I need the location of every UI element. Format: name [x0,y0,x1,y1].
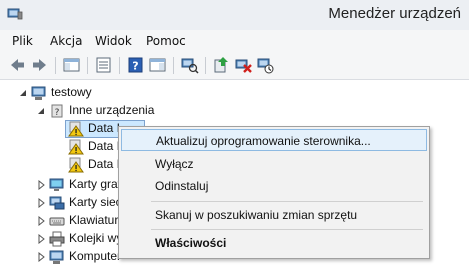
help-icon[interactable]: ? [126,56,145,74]
keyboard-icon [49,217,65,226]
computer-icon [31,86,46,100]
device-manager-icon [7,8,23,20]
disable-menu-item[interactable]: Wyłącz [121,153,427,175]
scan-hardware-icon[interactable] [180,56,199,74]
expand-arrow-icon[interactable] [36,198,46,208]
category-label: Kolejki wy [69,231,123,245]
update-driver-icon[interactable] [212,56,231,74]
forward-icon[interactable] [30,56,49,74]
unknown-device-icon: ? [51,104,63,118]
device-label: Data I [88,121,121,135]
action-pane-icon[interactable] [148,56,167,74]
svg-text:?: ? [55,108,60,118]
menu-bar: Plik Akcja Widok Pomoc [0,30,469,52]
toolbar: ? [0,52,469,80]
category-label: Komputer [69,249,122,263]
expand-arrow-icon[interactable] [36,180,46,190]
uninstall-menu-item[interactable]: Odinstaluj [121,175,427,197]
collapse-arrow-icon[interactable] [18,88,28,98]
title-bar: Menedżer urządzeń [0,0,469,30]
printer-icon [49,231,65,247]
menu-separator [151,201,423,202]
warning-device-icon [68,121,84,137]
category-label: Karty siec [69,195,122,209]
collapse-arrow-icon[interactable] [36,106,46,116]
device-label: Data I [88,139,121,153]
menu-separator [151,229,423,230]
context-menu: Aktualizuj oprogramowanie sterownika... … [118,126,430,259]
menu-action[interactable]: Akcja [50,34,82,48]
expand-arrow-icon[interactable] [36,216,46,226]
device-label: Data I [88,157,121,171]
scan-hardware-menu-item[interactable]: Skanuj w poszukiwaniu zmian sprzętu [121,204,427,226]
uninstall-device-icon[interactable] [234,56,253,74]
computer-icon [49,250,64,264]
properties-icon[interactable] [94,56,113,74]
network-adapter-icon [49,196,65,210]
tree-item-other-devices[interactable]: ? Inne urządzenia [0,102,200,120]
menu-view[interactable]: Widok [95,34,132,48]
svg-text:?: ? [132,60,138,73]
display-adapter-icon [49,178,64,191]
update-driver-menu-item[interactable]: Aktualizuj oprogramowanie sterownika... [121,129,427,151]
root-label: testowy [51,85,92,99]
warning-device-icon [68,139,84,155]
menu-file[interactable]: Plik [12,34,33,48]
category-label: Karty graf [69,177,122,191]
other-devices-label: Inne urządzenia [69,103,155,117]
show-hide-tree-icon[interactable] [62,56,81,74]
properties-menu-item[interactable]: Właściwości [121,232,427,254]
category-label: Klawiatur [69,213,119,227]
expand-arrow-icon[interactable] [36,234,46,244]
expand-arrow-icon[interactable] [36,252,46,262]
back-icon[interactable] [8,56,27,74]
enable-device-icon[interactable] [256,56,275,74]
window-title: Menedżer urządzeń [328,5,461,22]
menu-help[interactable]: Pomoc [146,34,186,48]
warning-device-icon [68,157,84,173]
tree-root[interactable]: testowy [0,84,200,102]
